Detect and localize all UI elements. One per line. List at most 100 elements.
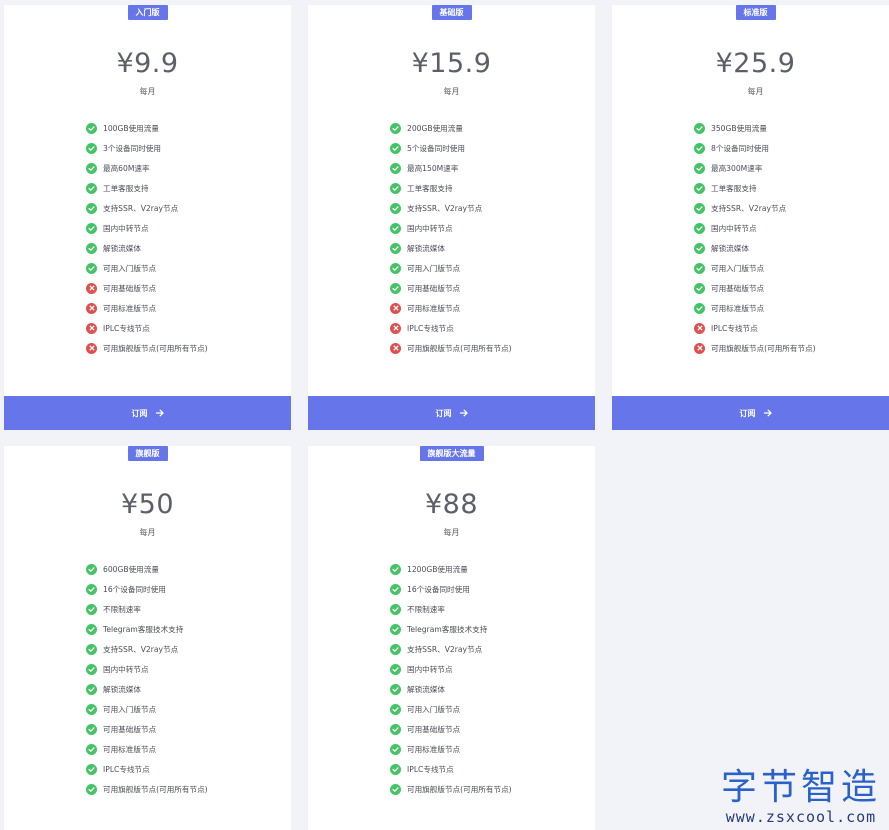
feature-item: 8个设备同时使用: [694, 138, 816, 158]
check-circle-icon: [86, 563, 97, 575]
feature-text: 可用旗舰版节点(可用所有节点): [407, 784, 512, 794]
feature-text: 最高150M速率: [407, 163, 459, 173]
check-circle-icon: [390, 282, 401, 294]
plan-period: 每月: [443, 528, 460, 537]
x-circle-icon: [694, 342, 705, 354]
feature-text: IPLC专线节点: [103, 764, 150, 774]
feature-item: Telegram客服技术支持: [86, 619, 208, 639]
check-circle-icon: [390, 703, 401, 715]
feature-text: 国内中转节点: [407, 664, 453, 674]
check-circle-icon: [390, 723, 401, 735]
check-circle-icon: [390, 202, 401, 214]
feature-item: 工单客服支持: [390, 178, 512, 198]
feature-text: Telegram客服技术支持: [407, 624, 488, 634]
arrow-right-icon: [459, 409, 468, 417]
feature-text: 支持SSR、V2ray节点: [103, 644, 179, 654]
watermark-title: 字节智造: [720, 767, 881, 808]
feature-list: 1200GB使用流量 16个设备同时使用 不限制速率 Telegram客服技术支持 支持…: [390, 559, 512, 799]
subscribe-button[interactable]: 订阅: [308, 396, 595, 430]
plan-price: ¥25.9: [715, 48, 796, 79]
feature-text: 可用标准版节点: [103, 303, 157, 313]
feature-item: 可用旗舰版节点(可用所有节点): [390, 779, 512, 799]
check-circle-icon: [694, 282, 705, 294]
plan-card-basic: 基础版 ¥15.9 每月 200GB使用流量 5个设备同时使用 最高150M速率 工单…: [308, 5, 595, 430]
feature-item: 可用入门版节点: [86, 699, 208, 719]
feature-item: 可用旗舰版节点(可用所有节点): [390, 338, 512, 358]
subscribe-button[interactable]: 订阅: [612, 396, 889, 430]
feature-item: 可用旗舰版节点(可用所有节点): [694, 338, 816, 358]
feature-item: 不限制速率: [86, 599, 208, 619]
feature-item: 最高60M速率: [86, 158, 208, 178]
feature-text: 支持SSR、V2ray节点: [103, 203, 179, 213]
subscribe-button[interactable]: 订阅: [4, 396, 291, 430]
x-circle-icon: [86, 302, 97, 314]
feature-item: Telegram客服技术支持: [390, 619, 512, 639]
check-circle-icon: [390, 162, 401, 174]
feature-text: 可用基础版节点: [103, 724, 157, 734]
feature-text: 最高60M速率: [103, 163, 150, 173]
check-circle-icon: [86, 242, 97, 254]
feature-item: 支持SSR、V2ray节点: [86, 198, 208, 218]
feature-item: 可用基础版节点: [86, 719, 208, 739]
feature-item: 1200GB使用流量: [390, 559, 512, 579]
feature-text: 可用标准版节点: [103, 744, 157, 754]
x-circle-icon: [86, 342, 97, 354]
plan-card-standard: 标准版 ¥25.9 每月 350GB使用流量 8个设备同时使用 最高300M速率 工单…: [612, 5, 889, 430]
check-circle-icon: [86, 783, 97, 795]
feature-text: 可用入门版节点: [711, 263, 765, 273]
plan-price: ¥9.9: [116, 48, 179, 79]
feature-item: 可用旗舰版节点(可用所有节点): [86, 779, 208, 799]
plan-period: 每月: [139, 87, 156, 96]
feature-item: 可用入门版节点: [390, 699, 512, 719]
feature-item: IPLC专线节点: [86, 759, 208, 779]
feature-text: 国内中转节点: [407, 223, 453, 233]
feature-text: 可用基础版节点: [407, 283, 461, 293]
feature-list: 100GB使用流量 3个设备同时使用 最高60M速率 工单客服支持 支持SSR、V2ra…: [86, 118, 208, 358]
check-circle-icon: [86, 743, 97, 755]
feature-text: 可用标准版节点: [711, 303, 765, 313]
x-circle-icon: [86, 322, 97, 334]
feature-text: 8个设备同时使用: [711, 143, 769, 153]
feature-item: 可用标准版节点: [390, 739, 512, 759]
plan-badge: 基础版: [431, 5, 472, 20]
feature-item: 可用标准版节点: [390, 298, 512, 318]
feature-item: 支持SSR、V2ray节点: [694, 198, 816, 218]
check-circle-icon: [390, 262, 401, 274]
check-circle-icon: [694, 182, 705, 194]
feature-item: 工单客服支持: [86, 178, 208, 198]
check-circle-icon: [390, 122, 401, 134]
feature-item: 可用标准版节点: [86, 298, 208, 318]
pricing-page: 入门版 ¥9.9 每月 100GB使用流量 3个设备同时使用 最高60M速率 工单客服…: [0, 0, 889, 830]
x-circle-icon: [390, 322, 401, 334]
feature-item: 3个设备同时使用: [86, 138, 208, 158]
feature-list: 600GB使用流量 16个设备同时使用 不限制速率 Telegram客服技术支持 支持S…: [86, 559, 208, 799]
feature-text: 解锁流媒体: [407, 243, 445, 253]
check-circle-icon: [86, 763, 97, 775]
feature-item: 16个设备同时使用: [390, 579, 512, 599]
feature-item: IPLC专线节点: [390, 759, 512, 779]
feature-text: 可用标准版节点: [407, 303, 461, 313]
feature-item: 350GB使用流量: [694, 118, 816, 138]
feature-item: 最高150M速率: [390, 158, 512, 178]
feature-text: 可用入门版节点: [103, 704, 157, 714]
feature-text: 支持SSR、V2ray节点: [711, 203, 787, 213]
feature-item: 可用入门版节点: [390, 258, 512, 278]
check-circle-icon: [390, 683, 401, 695]
feature-text: 可用标准版节点: [407, 744, 461, 754]
feature-text: Telegram客服技术支持: [103, 624, 184, 634]
check-circle-icon: [86, 222, 97, 234]
feature-text: 支持SSR、V2ray节点: [407, 203, 483, 213]
plan-price: ¥15.9: [411, 48, 492, 79]
feature-text: 可用入门版节点: [407, 263, 461, 273]
feature-item: 国内中转节点: [86, 659, 208, 679]
feature-text: 可用旗舰版节点(可用所有节点): [103, 784, 208, 794]
feature-text: 5个设备同时使用: [407, 143, 465, 153]
check-circle-icon: [390, 563, 401, 575]
check-circle-icon: [390, 783, 401, 795]
plan-period: 每月: [747, 87, 764, 96]
feature-text: 600GB使用流量: [103, 564, 159, 574]
check-circle-icon: [86, 262, 97, 274]
feature-text: 16个设备同时使用: [407, 584, 470, 594]
feature-item: 可用标准版节点: [694, 298, 816, 318]
feature-text: 国内中转节点: [103, 223, 149, 233]
